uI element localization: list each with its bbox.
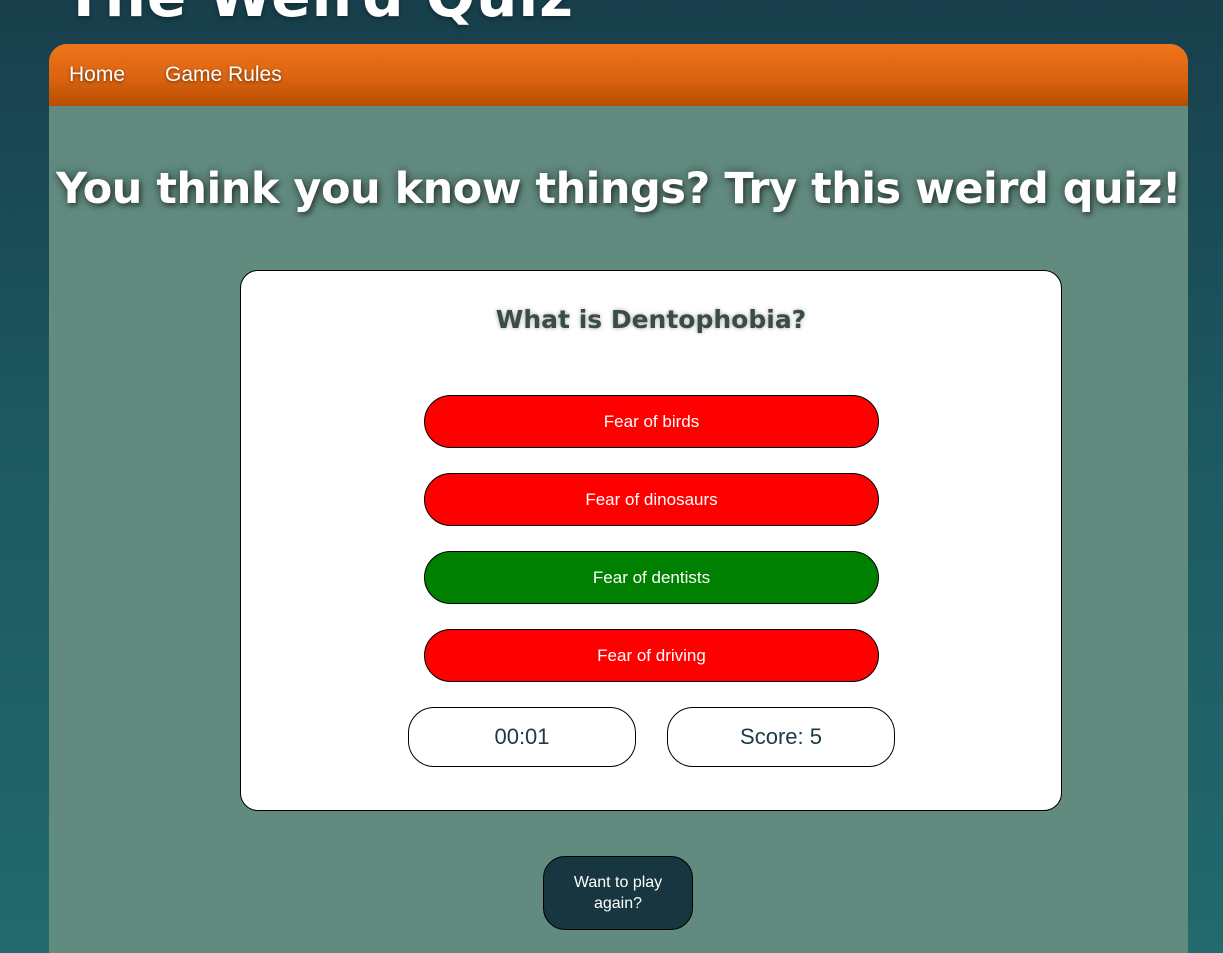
answer-button-3[interactable]: Fear of dentists xyxy=(424,551,879,604)
site-title: The Weird Quiz xyxy=(64,0,574,30)
quiz-card: What is Dentophobia? Fear of birds Fear … xyxy=(240,270,1062,811)
page-headline: You think you know things? Try this weir… xyxy=(56,164,1181,214)
main-container: Home Game Rules You think you know thing… xyxy=(49,44,1188,953)
nav-link-home[interactable]: Home xyxy=(69,63,125,87)
timer-display: 00:01 xyxy=(408,707,636,767)
score-display: Score: 5 xyxy=(667,707,895,767)
answer-button-1[interactable]: Fear of birds xyxy=(424,395,879,448)
navbar: Home Game Rules xyxy=(49,44,1188,106)
answer-button-4[interactable]: Fear of driving xyxy=(424,629,879,682)
question-text: What is Dentophobia? xyxy=(495,305,807,334)
play-again-button[interactable]: Want to play again? xyxy=(543,856,693,930)
nav-link-game-rules[interactable]: Game Rules xyxy=(165,63,282,87)
answer-button-2[interactable]: Fear of dinosaurs xyxy=(424,473,879,526)
